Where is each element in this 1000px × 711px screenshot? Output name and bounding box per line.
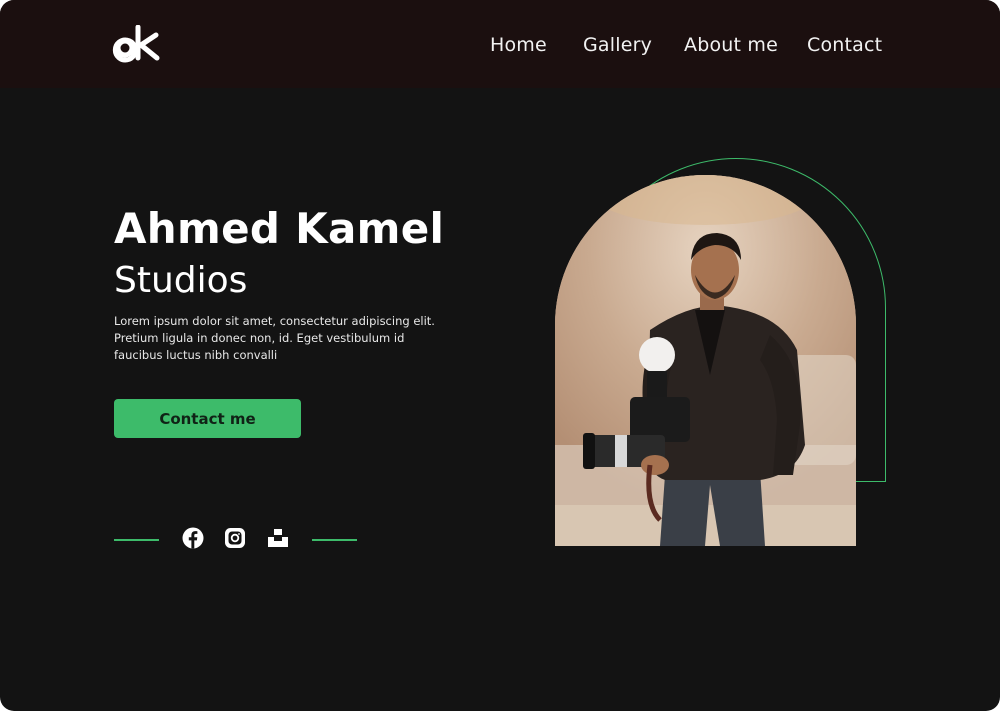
hero-title: Ahmed Kamel bbox=[114, 204, 445, 253]
page-window: Home Gallery About me Contact Ahmed Kame… bbox=[0, 0, 1000, 711]
hero-subtitle: Studios bbox=[114, 260, 248, 301]
hero-description-line: Lorem ipsum dolor sit amet, consectetur … bbox=[114, 314, 435, 328]
hero-description-line: faucibus luctus nibh convalli bbox=[114, 348, 278, 362]
unsplash-icon[interactable] bbox=[267, 527, 289, 549]
social-divider-left bbox=[114, 539, 159, 541]
instagram-icon[interactable] bbox=[224, 527, 246, 549]
hero-description-line: Pretium ligula in donec non, id. Eget ve… bbox=[114, 331, 405, 345]
profile-photo bbox=[555, 175, 856, 546]
nav-gallery[interactable]: Gallery bbox=[583, 34, 652, 56]
hero-description: Lorem ipsum dolor sit amet, consectetur … bbox=[114, 313, 444, 364]
nav-about-me[interactable]: About me bbox=[684, 34, 778, 56]
top-navbar: Home Gallery About me Contact bbox=[0, 0, 1000, 88]
photographer-illustration bbox=[555, 175, 856, 546]
nav-contact[interactable]: Contact bbox=[807, 34, 882, 56]
nav-home[interactable]: Home bbox=[490, 34, 547, 56]
facebook-icon[interactable] bbox=[182, 527, 204, 549]
logo[interactable] bbox=[112, 25, 160, 65]
social-divider-right bbox=[312, 539, 357, 541]
contact-me-button[interactable]: Contact me bbox=[114, 399, 301, 438]
